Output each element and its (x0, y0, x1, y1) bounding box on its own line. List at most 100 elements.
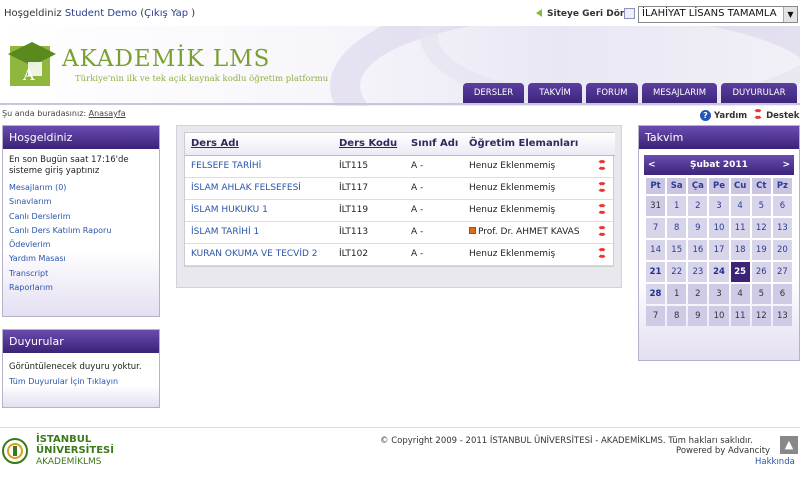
calendar-day[interactable]: 25 (730, 262, 750, 282)
calendar-day[interactable]: 22 (667, 262, 687, 282)
calendar-day[interactable]: 24 (709, 262, 729, 282)
help-link[interactable]: Yardım (714, 111, 747, 121)
course-name-link[interactable]: KURAN OKUMA VE TECVİD 2 (185, 243, 333, 266)
breadcrumb-home-link[interactable]: Anasayfa (89, 109, 126, 118)
table-row: İSLAM HUKUKU 1 İLT119 A - Henuz Eklenmem… (185, 199, 615, 222)
courses-table: Ders Adı Ders Kodu Sınıf Adı Öğretim Ele… (185, 133, 615, 266)
calendar-panel: Takvim < Şubat 2011 > Pt Sa Ça Pe Cu Ct Pz 31 1… (638, 125, 800, 361)
tab-forum[interactable]: FORUM (586, 83, 638, 104)
calendar-day[interactable]: 4 (730, 196, 750, 216)
weekday-label: Pz (772, 178, 792, 194)
calendar-day[interactable]: 21 (646, 262, 666, 282)
class-link[interactable]: A (411, 183, 417, 193)
calendar-day[interactable]: 1 (667, 284, 687, 304)
link-canli-derslerim[interactable]: Canlı Derslerim (9, 210, 153, 224)
link-transcript[interactable]: Transcript (9, 267, 153, 281)
link-sinavlarim[interactable]: Sınavlarım (9, 195, 153, 209)
tab-duyurular[interactable]: DUYURULAR (721, 83, 797, 104)
calendar-day[interactable]: 10 (709, 306, 729, 326)
class-link[interactable]: A (411, 205, 417, 215)
calendar-icon[interactable] (624, 8, 635, 19)
calendar-day[interactable]: 6 (772, 196, 792, 216)
calendar-day[interactable]: 3 (709, 196, 729, 216)
back-to-site-link[interactable]: Siteye Geri Dön (536, 9, 626, 19)
lifebuoy-icon[interactable] (597, 226, 607, 236)
support-link[interactable]: Destek (766, 111, 799, 121)
university-sub: AKADEMİKLMS (36, 457, 102, 467)
all-announcements-link[interactable]: Tüm Duyurular İçin Tıklayın (9, 377, 118, 386)
course-name-link[interactable]: İSLAM TARİHİ 1 (185, 221, 333, 244)
calendar-day[interactable]: 6 (772, 284, 792, 304)
calendar-day[interactable]: 11 (730, 218, 750, 238)
calendar-day[interactable]: 2 (688, 196, 708, 216)
course-name-link[interactable]: İSLAM HUKUKU 1 (185, 199, 333, 222)
calendar-day[interactable]: 5 (751, 284, 771, 304)
calendar-day[interactable]: 15 (667, 240, 687, 260)
brand-slogan: Türkiye'nin ilk ve tek açık kaynak kodlu… (75, 74, 329, 84)
link-odevlerim[interactable]: Ödevlerim (9, 238, 153, 252)
lifebuoy-icon[interactable] (597, 160, 607, 170)
table-row: İSLAM AHLAK FELSEFESİ İLT117 A - Henuz E… (185, 177, 615, 200)
tab-mesajlarim[interactable]: MESAJLARIM (642, 83, 717, 104)
calendar-day[interactable]: 31 (646, 196, 666, 216)
calendar-day[interactable]: 7 (646, 218, 666, 238)
course-name-link[interactable]: İSLAM AHLAK FELSEFESİ (185, 177, 333, 200)
calendar-day[interactable]: 19 (751, 240, 771, 260)
lifebuoy-icon[interactable] (597, 182, 607, 192)
calendar-day[interactable]: 26 (751, 262, 771, 282)
instructor[interactable]: Prof. Dr. AHMET KAVAS (478, 227, 580, 237)
tab-takvim[interactable]: TAKVİM (528, 83, 582, 104)
calendar-day[interactable]: 9 (688, 218, 708, 238)
calendar-day[interactable]: 2 (688, 284, 708, 304)
course-name-link[interactable]: FELSEFE TARİHİ (185, 155, 333, 178)
lifebuoy-icon[interactable] (597, 204, 607, 214)
lifebuoy-icon[interactable] (597, 248, 607, 258)
calendar-day[interactable]: 13 (772, 218, 792, 238)
profile-icon[interactable] (469, 227, 476, 234)
calendar-day[interactable]: 4 (730, 284, 750, 304)
program-select[interactable]: İLAHİYAT LİSANS TAMAMLA ▼ (638, 6, 798, 23)
lifebuoy-icon[interactable] (753, 109, 764, 119)
tab-dersler[interactable]: DERSLER (463, 83, 524, 104)
calendar-day[interactable]: 5 (751, 196, 771, 216)
calendar-day[interactable]: 23 (688, 262, 708, 282)
user-name: Student Demo (64, 8, 138, 19)
calendar-day[interactable]: 18 (730, 240, 750, 260)
header-course-name[interactable]: Ders Adı (185, 133, 333, 156)
calendar-day[interactable]: 14 (646, 240, 666, 260)
calendar-day[interactable]: 10 (709, 218, 729, 238)
nav-divider (0, 103, 800, 105)
calendar-day[interactable]: 16 (688, 240, 708, 260)
logout-link[interactable]: Çıkış Yap (144, 8, 188, 19)
prev-month-button[interactable]: < (648, 160, 656, 170)
class-link[interactable]: A (411, 249, 417, 259)
class-cell: A - (405, 243, 463, 266)
calendar-day[interactable]: 12 (751, 218, 771, 238)
calendar-day[interactable]: 9 (688, 306, 708, 326)
link-mesajlarim[interactable]: Mesajlarım (0) (9, 181, 153, 195)
class-link[interactable]: A (411, 227, 417, 237)
link-yardim-masasi[interactable]: Yardım Masası (9, 252, 153, 266)
calendar-day[interactable]: 3 (709, 284, 729, 304)
calendar-day[interactable]: 27 (772, 262, 792, 282)
calendar-day[interactable]: 8 (667, 218, 687, 238)
calendar-day[interactable]: 8 (667, 306, 687, 326)
calendar-day[interactable]: 17 (709, 240, 729, 260)
about-link[interactable]: Hakkında (755, 457, 795, 467)
header-course-code[interactable]: Ders Kodu (333, 133, 405, 156)
calendar-day[interactable]: 11 (730, 306, 750, 326)
link-canli-ders-katilim-raporu[interactable]: Canlı Ders Katılım Raporu (9, 224, 153, 238)
calendar-day[interactable]: 1 (667, 196, 687, 216)
calendar-day[interactable]: 12 (751, 306, 771, 326)
help-icon[interactable]: ? (700, 110, 711, 121)
calendar-day[interactable]: 20 (772, 240, 792, 260)
advancity-logo-icon: ▲ (780, 436, 798, 454)
university-seal-icon (2, 438, 28, 464)
calendar-day[interactable]: 13 (772, 306, 792, 326)
calendar-week-row: 7 8 9 10 11 12 13 (646, 306, 792, 326)
next-month-button[interactable]: > (782, 160, 790, 170)
calendar-day[interactable]: 28 (646, 284, 666, 304)
link-raporlarim[interactable]: Raporlarım (9, 281, 153, 295)
calendar-day[interactable]: 7 (646, 306, 666, 326)
class-link[interactable]: A (411, 161, 417, 171)
